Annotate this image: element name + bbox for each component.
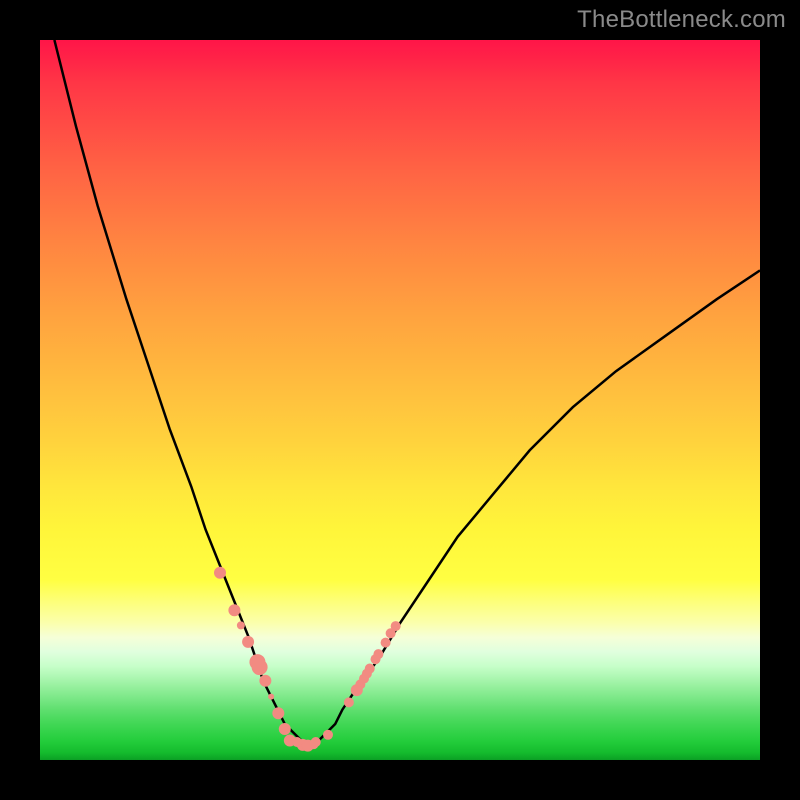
data-marker [279,723,291,735]
markers-layer [214,567,401,752]
data-marker [268,694,274,700]
data-marker [252,659,268,675]
data-marker [391,621,401,631]
data-marker [228,604,240,616]
data-marker [242,636,254,648]
curve-right [306,270,760,745]
data-marker [344,697,354,707]
data-marker [214,567,226,579]
data-marker [323,730,333,740]
data-marker [237,621,245,629]
data-marker [259,675,271,687]
data-marker [365,664,375,674]
data-marker [272,707,284,719]
data-marker [311,737,321,747]
data-marker [373,649,383,659]
curve-left [54,40,306,746]
data-marker [381,638,391,648]
chart-overlay-svg [40,40,760,760]
data-marker [292,737,302,747]
watermark-text: TheBottleneck.com [577,6,786,34]
